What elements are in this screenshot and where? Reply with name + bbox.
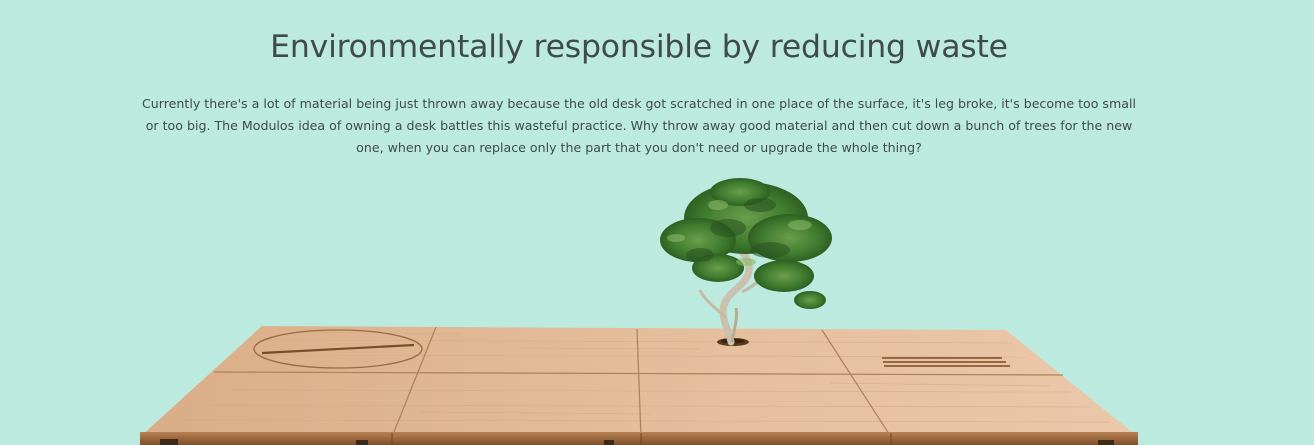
waste-reduction-section: Environmentally responsible by reducing … bbox=[0, 0, 1314, 445]
tree bbox=[660, 178, 832, 346]
section-description: Currently there's a lot of material bein… bbox=[142, 96, 1136, 155]
desk-top bbox=[140, 326, 1138, 445]
section-heading: Environmentally responsible by reducing … bbox=[270, 29, 1008, 65]
modular-desk-with-tree-image bbox=[140, 178, 1138, 445]
